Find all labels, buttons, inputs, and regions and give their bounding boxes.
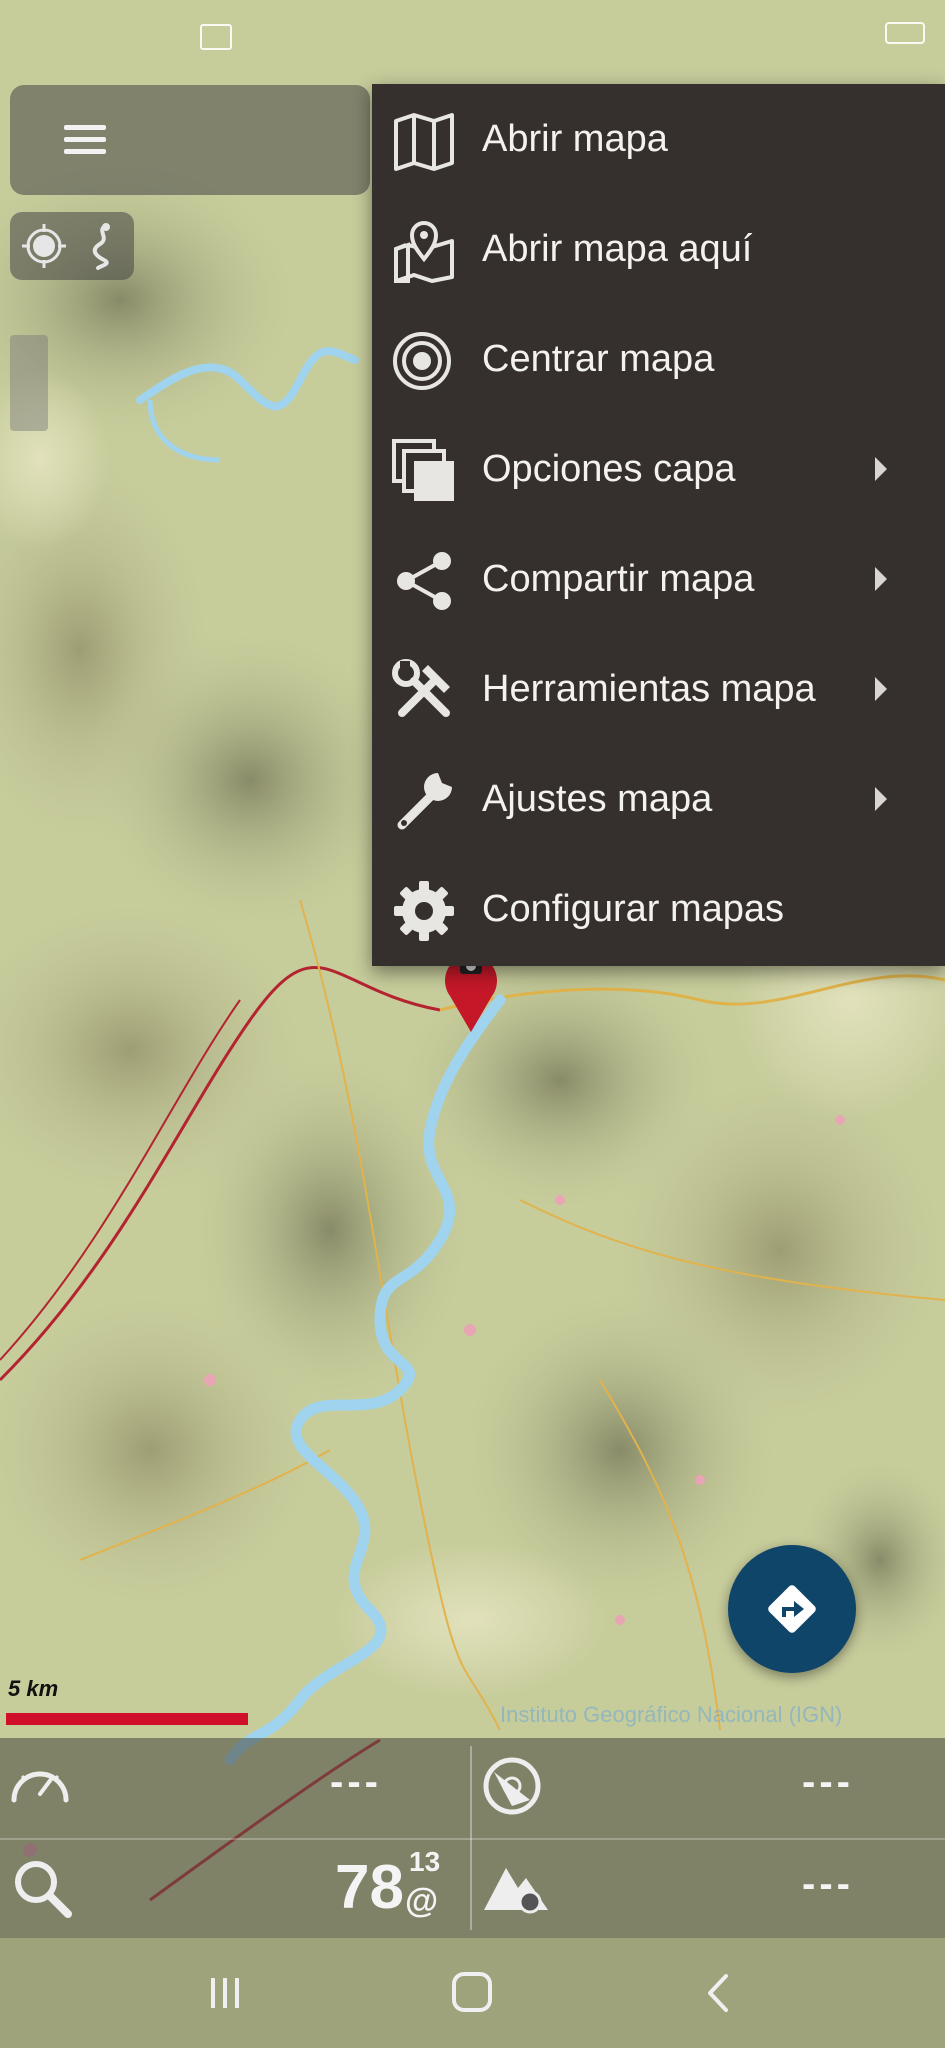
- wrench-icon: [392, 769, 456, 833]
- menu-item-compartir-mapa[interactable]: Compartir mapa: [372, 524, 945, 634]
- speed-value: ---: [330, 1760, 382, 1804]
- menu-item-centrar-mapa[interactable]: Centrar mapa: [372, 304, 945, 414]
- menu-item-label: Ajustes mapa: [482, 778, 713, 820]
- directions-button[interactable]: [728, 1545, 856, 1673]
- menu-panel: [10, 85, 370, 195]
- hamburger-icon[interactable]: [50, 115, 120, 165]
- home-icon[interactable]: [442, 1968, 502, 2018]
- menu-item-label: Opciones capa: [482, 448, 736, 490]
- crosshair-icon[interactable]: [18, 220, 70, 272]
- compass-widget[interactable]: ---: [472, 1738, 945, 1838]
- map-attribution[interactable]: Instituto Geográfico Nacional (IGN): [500, 1702, 945, 1728]
- altitude-widget[interactable]: ---: [472, 1838, 945, 1938]
- zoom-slider[interactable]: [10, 335, 48, 431]
- submenu-arrow-icon: [875, 677, 887, 701]
- recents-icon[interactable]: [195, 1968, 255, 2018]
- menu-item-label: Abrir mapa: [482, 118, 668, 160]
- directions-icon: [768, 1585, 816, 1633]
- menu-item-label: Herramientas mapa: [482, 668, 816, 710]
- map-pin-icon: [392, 219, 456, 283]
- submenu-arrow-icon: [875, 457, 887, 481]
- photo-icon: [200, 24, 232, 50]
- scale-label: 5 km: [8, 1676, 59, 1701]
- map-context-menu: Abrir mapa Abrir mapa aquí Centrar mapa: [372, 84, 945, 966]
- menu-item-configurar-mapas[interactable]: Configurar mapas: [372, 854, 945, 964]
- target-icon: [392, 329, 456, 393]
- magnifier-icon: [15, 1861, 72, 1918]
- satellite-count-value: 78: [335, 1853, 404, 1922]
- tools-icon: [392, 659, 456, 723]
- scale-bar: [6, 1713, 248, 1725]
- speedometer-icon: [11, 1771, 69, 1803]
- menu-item-ajustes-mapa[interactable]: Ajustes mapa: [372, 744, 945, 854]
- satellite-count-symbol: @: [405, 1882, 439, 1920]
- compass-icon: [483, 1757, 541, 1815]
- menu-item-label: Abrir mapa aquí: [482, 228, 753, 270]
- dashboard-panel: --- --- ---: [0, 1738, 945, 1938]
- menu-item-opciones-capa[interactable]: Opciones capa: [372, 414, 945, 524]
- battery-icon: [885, 22, 925, 44]
- submenu-arrow-icon: [875, 787, 887, 811]
- altitude-value: ---: [802, 1862, 854, 1906]
- menu-item-abrir-mapa-aqui[interactable]: Abrir mapa aquí: [372, 194, 945, 304]
- back-icon[interactable]: [690, 1968, 750, 2018]
- mountain-icon: [484, 1868, 548, 1914]
- track-icon[interactable]: [76, 220, 128, 272]
- satellite-count-superscript: 13: [409, 1846, 441, 1877]
- share-icon: [392, 549, 456, 613]
- menu-item-label: Configurar mapas: [482, 888, 785, 930]
- folded-map-icon: [392, 109, 456, 173]
- submenu-arrow-icon: [875, 567, 887, 591]
- gear-icon: [392, 879, 456, 943]
- status-bar: [0, 0, 945, 60]
- menu-item-herramientas-mapa[interactable]: Herramientas mapa: [372, 634, 945, 744]
- system-navigation-bar: [0, 1938, 945, 2048]
- navigation-controls: [10, 212, 134, 280]
- menu-item-label: Centrar mapa: [482, 338, 715, 380]
- speed-widget[interactable]: ---: [0, 1738, 470, 1838]
- compass-value: ---: [802, 1760, 854, 1804]
- menu-item-label: Compartir mapa: [482, 558, 755, 600]
- search-widget[interactable]: [0, 1838, 300, 1938]
- menu-item-abrir-mapa[interactable]: Abrir mapa: [372, 84, 945, 194]
- layers-icon: [392, 439, 456, 503]
